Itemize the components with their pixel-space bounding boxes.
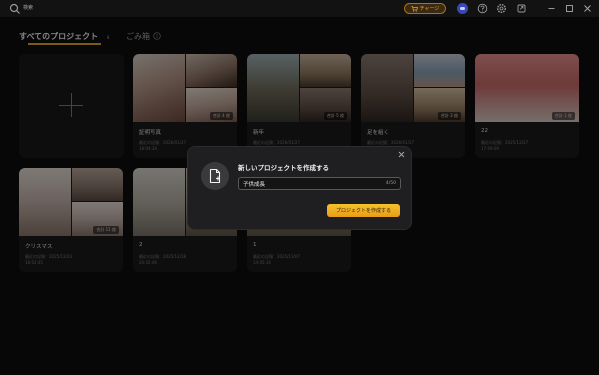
search-label[interactable]: 検索 xyxy=(23,4,33,11)
create-project-dialog: 新しいプロジェクトを作成する 4/50 プロジェクトを作成する xyxy=(187,146,412,230)
settings-icon[interactable] xyxy=(496,3,507,14)
project-name-field[interactable]: 4/50 xyxy=(238,177,401,190)
avatar[interactable] xyxy=(457,3,468,14)
create-project-button[interactable]: プロジェクトを作成する xyxy=(327,204,400,217)
dialog-title: 新しいプロジェクトを作成する xyxy=(238,164,329,172)
close-icon[interactable] xyxy=(582,3,593,14)
maximize-icon[interactable] xyxy=(564,3,575,14)
close-icon[interactable] xyxy=(397,150,406,159)
cart-icon xyxy=(411,5,418,12)
character-counter: 4/50 xyxy=(385,181,396,186)
new-file-icon xyxy=(201,162,229,190)
project-name-input[interactable] xyxy=(243,179,373,189)
minimize-icon[interactable] xyxy=(546,3,557,14)
charge-label: チャージ xyxy=(419,6,440,12)
charge-button[interactable]: チャージ xyxy=(404,3,446,14)
search-icon[interactable] xyxy=(9,3,21,15)
help-icon[interactable] xyxy=(477,3,488,14)
title-bar: 検索 チャージ xyxy=(0,0,599,17)
share-icon[interactable] xyxy=(516,3,527,14)
